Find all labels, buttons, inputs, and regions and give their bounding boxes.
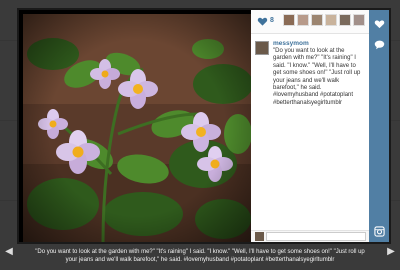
caption-area: messymom "Do you want to look at the gar… [251,36,369,107]
post-photo [23,14,251,242]
caption-username[interactable]: messymom [273,40,364,48]
avatar[interactable] [255,41,269,55]
liker-avatar[interactable] [339,14,351,26]
like-button[interactable] [371,17,387,31]
avatar [255,232,264,241]
speech-bubble-icon [374,40,384,50]
likes-bar: 8 [251,10,369,34]
liker-avatar[interactable] [297,14,309,26]
heart-icon[interactable] [257,16,268,27]
comment-input[interactable] [266,232,366,241]
liker-avatar[interactable] [353,14,365,26]
action-rail [369,10,389,242]
liker-avatar[interactable] [283,14,295,26]
lightbox: 8 messymom "Do you want to look at the g… [17,8,391,244]
like-count[interactable]: 8 [270,17,274,24]
instagram-button[interactable] [371,224,387,238]
heart-icon [374,20,384,29]
right-arrow-icon[interactable]: ▶ [386,246,396,257]
comment-button[interactable] [371,38,387,52]
liker-avatar[interactable] [311,14,323,26]
liker-avatar[interactable] [325,14,337,26]
left-arrow-icon[interactable]: ◀ [4,246,14,257]
lightbox-caption: "Do you want to look at the garden with … [35,249,365,263]
comment-bar [251,230,369,242]
caption-text: "Do you want to look at the garden with … [273,48,361,106]
post-details-panel: 8 messymom "Do you want to look at the g… [251,10,369,242]
instagram-icon [373,225,385,237]
